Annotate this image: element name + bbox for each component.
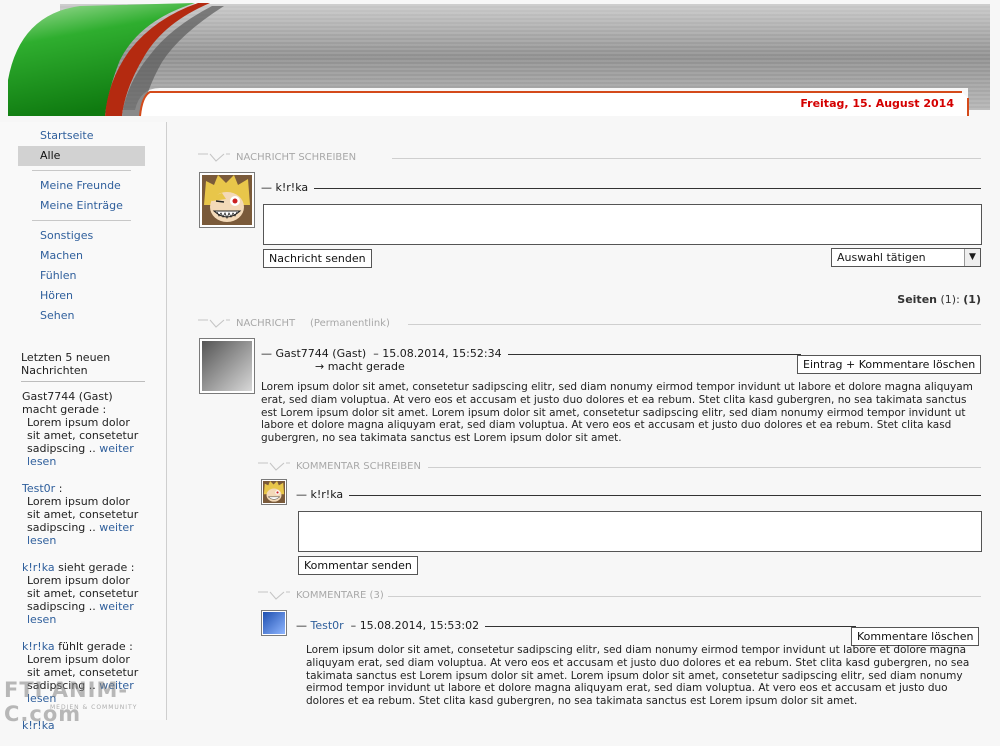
message-username[interactable]: Gast7744 (Gast) <box>276 347 367 360</box>
recent-message-item: Gast7744 (Gast) macht gerade : Lorem ipsu… <box>22 390 140 468</box>
section-message-header: NACHRICHT (Permanentlink) <box>198 318 981 332</box>
send-comment-button[interactable]: Kommentar senden <box>298 556 418 575</box>
blue-avatar-icon <box>263 612 285 634</box>
sidebar-item-meine-freunde[interactable]: Meine Freunde <box>18 176 145 196</box>
recent-message-head: k!r!ka fühlt gerade : <box>22 640 140 653</box>
recent-message-item: k!r!ka sieht gerade : Lorem ipsum dolor s… <box>22 561 140 626</box>
chevron-down-icon <box>198 153 230 162</box>
message-body: Lorem ipsum dolor sit amet, consetetur s… <box>261 381 973 445</box>
recent-message-user[interactable]: Test0r <box>22 482 55 495</box>
recent-message-verb: fühlt gerade : <box>58 640 133 653</box>
recent-messages-title: Letzten 5 neuen Nachrichten <box>21 351 145 382</box>
comment-body: Lorem ipsum dolor sit amet, consetetur s… <box>306 644 970 708</box>
watermark-tagline: MEDIEN & COMMUNITY <box>50 704 138 711</box>
recent-message-verb: : <box>58 482 63 495</box>
pagination-count: (1): <box>940 293 960 306</box>
recent-message-verb: macht gerade : <box>22 403 107 416</box>
message-timestamp: 15.08.2014, 15:52:34 <box>382 347 502 360</box>
sidebar-item-meine-einträge[interactable]: Meine Einträge <box>18 196 145 216</box>
avatar[interactable] <box>199 172 255 228</box>
avatar[interactable] <box>261 479 287 505</box>
section-comment-compose-title: KOMMENTAR SCHREIBEN <box>296 461 421 472</box>
section-message-title: NACHRICHT <box>236 318 296 329</box>
comment-compose-author-line: — k!r!ka <box>296 488 981 502</box>
default-avatar-icon <box>202 341 252 391</box>
send-message-button[interactable]: Nachricht senden <box>263 249 372 268</box>
sidebar-item-sonstiges[interactable]: Sonstiges <box>18 226 145 246</box>
nav-separator <box>32 170 131 171</box>
compose-author-line: — k!r!ka <box>261 181 981 195</box>
category-select-value: Auswahl tätigen <box>837 251 926 264</box>
sidebar-item-hören[interactable]: Hören <box>18 286 145 306</box>
nav-separator <box>32 220 131 221</box>
chevron-down-icon <box>198 319 230 328</box>
recent-message-head: k!r!ka sieht gerade : <box>22 561 140 574</box>
delete-entry-button[interactable]: Eintrag + Kommentare löschen <box>797 355 982 374</box>
sidebar-item-alle[interactable]: Alle <box>18 146 145 166</box>
recent-message-user[interactable]: Gast7744 (Gast) <box>22 390 113 403</box>
sidebar-item-fühlen[interactable]: Fühlen <box>18 266 145 286</box>
section-compose-title: NACHRICHT SCHREIBEN <box>236 152 357 163</box>
section-compose-header: NACHRICHT SCHREIBEN <box>198 152 981 166</box>
divider <box>408 324 981 325</box>
recent-message-user[interactable]: k!r!ka <box>22 640 55 653</box>
watermark: FTI ANIM-C.com MEDIEN & COMMUNITY <box>4 678 174 726</box>
current-date: Freitag, 15. August 2014 <box>800 97 954 110</box>
dropdown-arrow-icon[interactable]: ▼ <box>964 249 980 266</box>
chevron-down-icon <box>258 462 290 471</box>
comment-username[interactable]: Test0r <box>311 619 344 632</box>
divider <box>392 158 981 159</box>
anime-avatar-icon <box>202 175 252 225</box>
divider <box>388 596 981 597</box>
avatar[interactable] <box>261 610 287 636</box>
site-header: Freitag, 15. August 2014 <box>0 0 1000 122</box>
recent-message-excerpt: Lorem ipsum dolor sit amet, consetetur s… <box>27 416 139 468</box>
sidebar-nav: Startseite Alle Meine Freunde Meine Einträg… <box>18 126 145 326</box>
watermark-logo: FTI ANIM-C.com <box>4 678 129 726</box>
recent-message-verb: sieht gerade : <box>58 561 135 574</box>
recent-message-head: Test0r : <box>22 482 140 495</box>
pagination: Seiten (1): (1) <box>897 293 981 306</box>
permalink-link[interactable]: (Permanentlink) <box>310 318 390 329</box>
sidebar-item-sehen[interactable]: Sehen <box>18 306 145 326</box>
section-comments-title: KOMMENTARE (3) <box>296 590 384 601</box>
recent-message-head: Gast7744 (Gast) macht gerade : <box>22 390 140 416</box>
message-activity: → macht gerade <box>315 360 405 373</box>
recent-message-excerpt: Lorem ipsum dolor sit amet, consetetur s… <box>27 574 139 626</box>
chevron-down-icon <box>258 591 290 600</box>
comment-compose-username: k!r!ka <box>310 488 344 501</box>
anime-avatar-icon <box>263 481 285 503</box>
compose-username: k!r!ka <box>275 181 309 194</box>
sidebar-item-machen[interactable]: Machen <box>18 246 145 266</box>
recent-message-excerpt: Lorem ipsum dolor sit amet, consetetur s… <box>27 495 139 547</box>
main-content: NACHRICHT SCHREIBEN — k!r!ka Nachricht s… <box>168 122 1000 720</box>
comment-timestamp: 15.08.2014, 15:53:02 <box>359 619 480 632</box>
section-comments-header: KOMMENTARE (3) <box>258 590 981 604</box>
sidebar: Startseite Alle Meine Freunde Meine Einträg… <box>0 122 167 732</box>
recent-message-item: Test0r : Lorem ipsum dolor sit amet, cons… <box>22 482 140 547</box>
pagination-current-page[interactable]: (1) <box>963 293 981 306</box>
divider <box>428 467 981 468</box>
comment-textarea[interactable] <box>298 511 982 552</box>
sidebar-item-startseite[interactable]: Startseite <box>18 126 145 146</box>
pagination-label: Seiten <box>897 293 937 306</box>
section-comment-compose-header: KOMMENTAR SCHREIBEN <box>258 461 981 475</box>
divider <box>296 495 981 496</box>
recent-message-user[interactable]: k!r!ka <box>22 561 55 574</box>
divider <box>261 188 981 189</box>
message-textarea[interactable] <box>263 204 982 245</box>
avatar[interactable] <box>199 338 255 394</box>
category-select[interactable]: Auswahl tätigen ▼ <box>831 248 981 267</box>
